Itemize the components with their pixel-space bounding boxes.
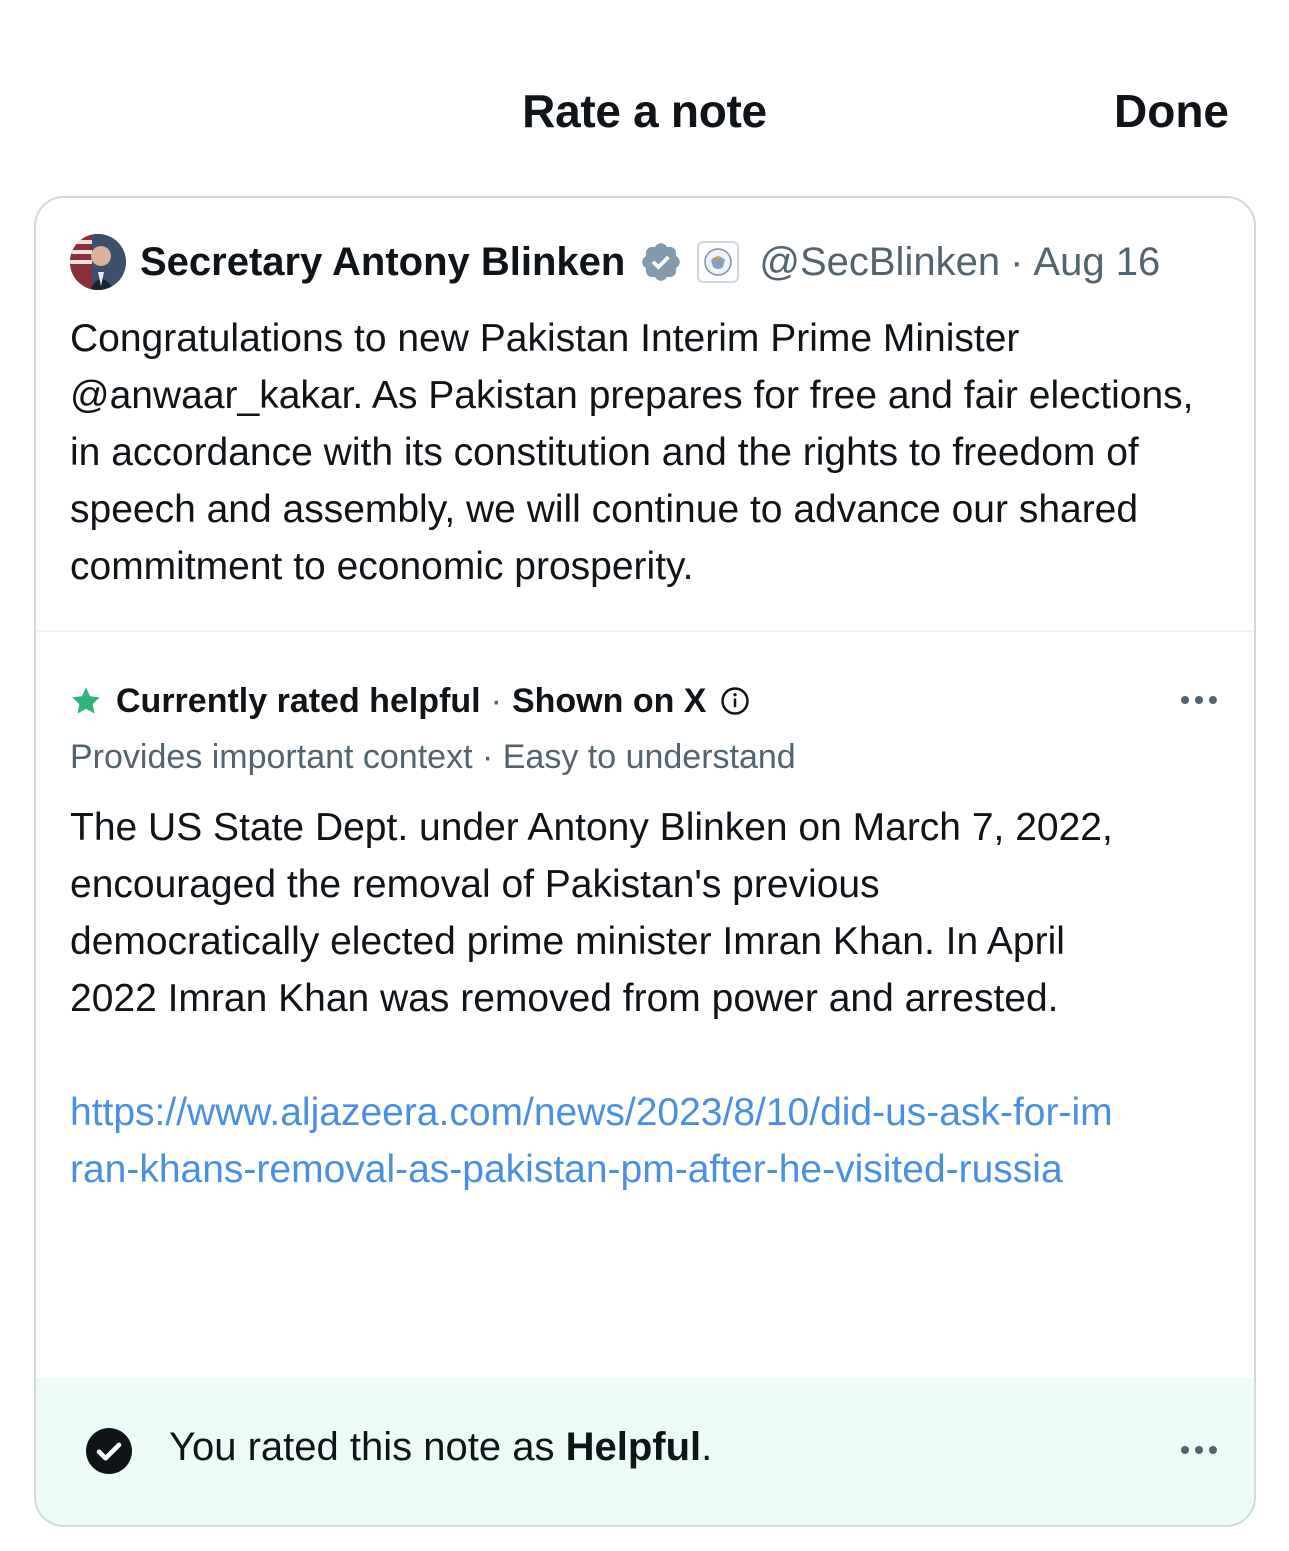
seal-icon (704, 248, 733, 276)
note-more-icon[interactable] (1174, 680, 1224, 720)
post: Secretary Antony Blinken @SecBlinken · A… (70, 234, 1214, 595)
note-tags: Provides important context · Easy to und… (70, 738, 796, 776)
page-title: Rate a note (522, 85, 767, 137)
rating-bar: You rated this note as Helpful. (36, 1378, 1254, 1525)
note-card: Secretary Antony Blinken @SecBlinken · A… (34, 196, 1256, 1527)
rating-value: Helpful (565, 1425, 702, 1469)
note-shown-label: Shown on X (511, 681, 707, 720)
author-name[interactable]: Secretary Antony Blinken (140, 240, 625, 285)
separator: · (1010, 239, 1024, 284)
done-button[interactable]: Done (1114, 84, 1229, 138)
modal-header: Rate a note Done (0, 0, 1289, 170)
post-date[interactable]: Aug 16 (1033, 240, 1160, 285)
post-text: Congratulations to new Pakistan Interim … (70, 317, 1194, 588)
rating-more-icon[interactable] (1174, 1430, 1224, 1470)
avatar[interactable] (70, 234, 126, 290)
check-circle-icon (86, 1428, 132, 1474)
info-icon[interactable] (720, 686, 750, 716)
affiliation-seal-icon[interactable] (697, 241, 740, 283)
post-header: Secretary Antony Blinken @SecBlinken · A… (70, 234, 1214, 290)
separator: · (490, 681, 502, 720)
divider (36, 630, 1254, 632)
note-status: Currently rated helpful (116, 681, 481, 720)
community-note: Currently rated helpful · Shown on X Pro… (70, 676, 1224, 1198)
avatar-image (70, 234, 126, 290)
verified-badge-icon (642, 243, 681, 281)
star-icon (72, 687, 100, 714)
rating-text: You rated this note as Helpful. (169, 1425, 712, 1470)
rating-prefix: You rated this note as (169, 1425, 566, 1469)
note-status-row: Currently rated helpful · Shown on X (70, 676, 1224, 726)
rating-suffix: . (701, 1425, 713, 1469)
note-body: The US State Dept. under Antony Blinken … (70, 806, 1113, 1020)
note-source-link[interactable]: https://www.aljazeera.com/news/2023/8/10… (70, 1084, 1120, 1198)
author-handle[interactable]: @SecBlinken (759, 240, 1000, 285)
